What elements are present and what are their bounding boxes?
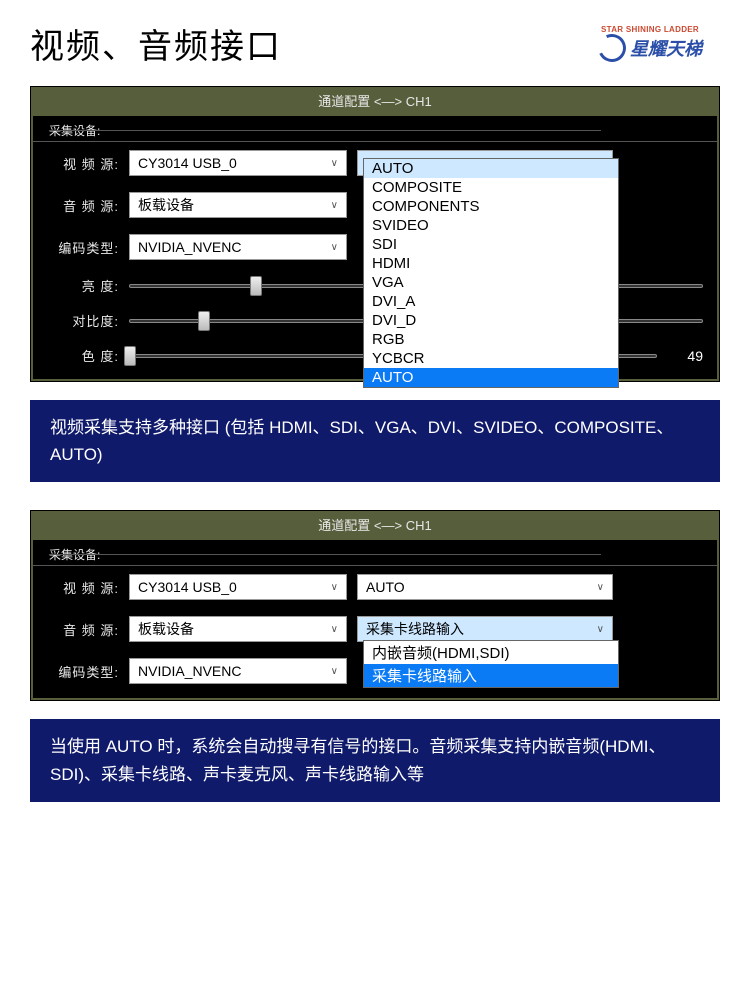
- hue-value: 49: [667, 348, 703, 364]
- dropdown-option[interactable]: AUTO: [364, 159, 618, 178]
- audio-mode-select[interactable]: 采集卡线路输入 ∨: [357, 616, 613, 642]
- logo-chinese: 星耀天梯: [630, 35, 702, 61]
- dropdown-option[interactable]: 内嵌音频(HDMI,SDI): [364, 641, 618, 664]
- dropdown-option[interactable]: HDMI: [364, 254, 618, 273]
- dropdown-option[interactable]: VGA: [364, 273, 618, 292]
- video-source-value: CY3014 USB_0: [138, 155, 237, 171]
- hue-label: 色 度:: [47, 346, 119, 365]
- dropdown-option[interactable]: YCBCR: [364, 349, 618, 368]
- audio-source-select[interactable]: 板载设备 ∨: [129, 192, 347, 218]
- chevron-down-icon: ∨: [597, 624, 604, 635]
- dropdown-option-selected[interactable]: AUTO: [364, 368, 618, 387]
- encoding-type-label: 编码类型:: [47, 662, 119, 681]
- video-mode-dropdown[interactable]: AUTO COMPOSITE COMPONENTS SVIDEO SDI HDM…: [363, 158, 619, 388]
- chevron-down-icon: ∨: [331, 158, 338, 169]
- audio-source-select[interactable]: 板载设备 ∨: [129, 616, 347, 642]
- channel-config-panel-2: 通道配置 <—> CH1 采集设备: 视 频 源: CY3014 USB_0 ∨…: [30, 510, 720, 701]
- brand-logo: STAR SHINING LADDER 星耀天梯: [580, 18, 720, 68]
- dropdown-option[interactable]: SVIDEO: [364, 216, 618, 235]
- capture-device-group-label: 采集设备:: [33, 116, 717, 142]
- contrast-label: 对比度:: [47, 311, 119, 330]
- video-source-select[interactable]: CY3014 USB_0 ∨: [129, 150, 347, 176]
- encoding-type-value: NVIDIA_NVENC: [138, 663, 241, 679]
- video-mode-select[interactable]: AUTO ∨: [357, 574, 613, 600]
- audio-source-value: 板载设备: [138, 619, 194, 639]
- brightness-label: 亮 度:: [47, 276, 119, 295]
- description-box-2: 当使用 AUTO 时，系统会自动搜寻有信号的接口。音频采集支持内嵌音频(HDMI…: [30, 719, 720, 801]
- video-mode-value: AUTO: [366, 579, 405, 595]
- audio-source-value: 板载设备: [138, 195, 194, 215]
- chevron-down-icon: ∨: [597, 582, 604, 593]
- encoding-type-value: NVIDIA_NVENC: [138, 239, 241, 255]
- encoding-type-select[interactable]: NVIDIA_NVENC ∨: [129, 658, 347, 684]
- chevron-down-icon: ∨: [331, 582, 338, 593]
- dropdown-option[interactable]: DVI_D: [364, 311, 618, 330]
- page-title: 视频、音频接口: [30, 19, 282, 68]
- dropdown-option[interactable]: RGB: [364, 330, 618, 349]
- panel-title: 通道配置 <—> CH1: [31, 87, 719, 114]
- video-source-label: 视 频 源:: [47, 578, 119, 597]
- encoding-type-label: 编码类型:: [47, 238, 119, 257]
- audio-mode-value: 采集卡线路输入: [366, 619, 464, 639]
- audio-mode-dropdown[interactable]: 内嵌音频(HDMI,SDI) 采集卡线路输入: [363, 640, 619, 688]
- chevron-down-icon: ∨: [331, 200, 338, 211]
- dropdown-option-selected[interactable]: 采集卡线路输入: [364, 664, 618, 687]
- audio-source-label: 音 频 源:: [47, 620, 119, 639]
- video-source-select[interactable]: CY3014 USB_0 ∨: [129, 574, 347, 600]
- panel-title: 通道配置 <—> CH1: [31, 511, 719, 538]
- description-box-1: 视频采集支持多种接口 (包括 HDMI、SDI、VGA、DVI、SVIDEO、C…: [30, 400, 720, 482]
- logo-english: STAR SHINING LADDER: [601, 25, 699, 34]
- chevron-down-icon: ∨: [331, 624, 338, 635]
- encoding-type-select[interactable]: NVIDIA_NVENC ∨: [129, 234, 347, 260]
- logo-globe-icon: [594, 30, 630, 66]
- capture-device-group-label: 采集设备:: [33, 540, 717, 566]
- chevron-down-icon: ∨: [331, 666, 338, 677]
- dropdown-option[interactable]: COMPOSITE: [364, 178, 618, 197]
- audio-source-label: 音 频 源:: [47, 196, 119, 215]
- dropdown-option[interactable]: COMPONENTS: [364, 197, 618, 216]
- video-source-value: CY3014 USB_0: [138, 579, 237, 595]
- video-source-label: 视 频 源:: [47, 154, 119, 173]
- channel-config-panel-1: 通道配置 <—> CH1 采集设备: 视 频 源: CY3014 USB_0 ∨…: [30, 86, 720, 382]
- dropdown-option[interactable]: DVI_A: [364, 292, 618, 311]
- dropdown-option[interactable]: SDI: [364, 235, 618, 254]
- chevron-down-icon: ∨: [331, 242, 338, 253]
